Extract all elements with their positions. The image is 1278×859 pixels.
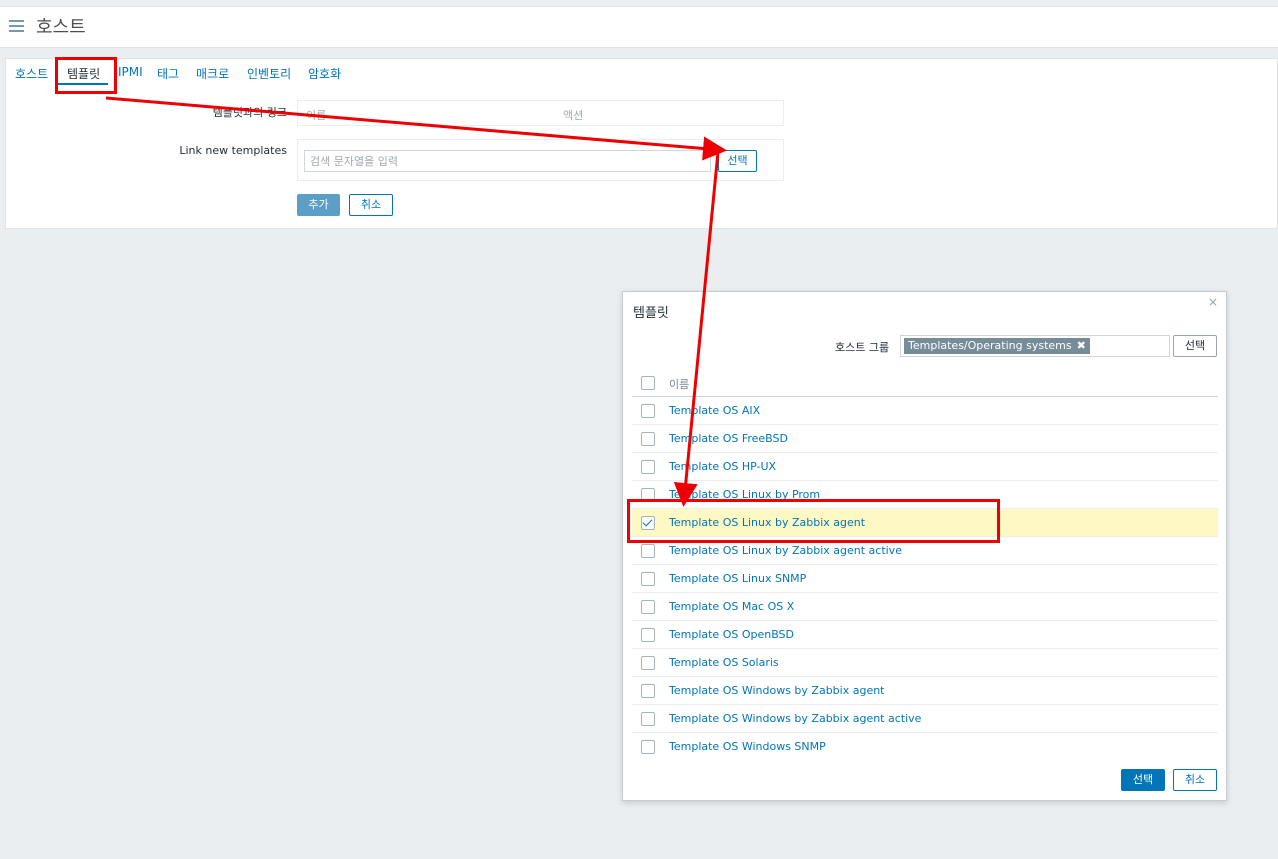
template-link[interactable]: Template OS AIX: [669, 404, 760, 417]
dialog-title: 템플릿: [633, 306, 669, 321]
menu-icon[interactable]: [9, 20, 24, 33]
linked-templates-label: 템플릿과의 링크: [212, 106, 287, 119]
page-title: 호스트: [36, 17, 86, 38]
item-checkbox[interactable]: [641, 684, 655, 698]
list-item: Template OS Linux SNMP: [632, 565, 1218, 593]
template-link[interactable]: Template OS Solaris: [669, 656, 779, 669]
dialog-select-button[interactable]: 선택: [1121, 769, 1165, 791]
tab-host[interactable]: 호스트: [15, 65, 48, 82]
host-group-tag-label: Templates/Operating systems: [908, 339, 1072, 352]
linked-templates-table: 이름 액션: [297, 100, 784, 126]
template-link[interactable]: Template OS FreeBSD: [669, 432, 788, 445]
tab-inventory[interactable]: 인벤토리: [247, 65, 291, 82]
list-item: Template OS Windows by Zabbix agent acti…: [632, 705, 1218, 733]
list-item: Template OS Mac OS X: [632, 593, 1218, 621]
tab-tags[interactable]: 태그: [157, 65, 179, 82]
page-header: 호스트: [0, 6, 1278, 48]
host-group-tag: Templates/Operating systems ✖: [904, 338, 1090, 354]
item-checkbox[interactable]: [641, 572, 655, 586]
tab-ipmi[interactable]: IPMI: [118, 65, 143, 79]
list-item: Template OS FreeBSD: [632, 425, 1218, 453]
host-group-select-button[interactable]: 선택: [1173, 335, 1217, 357]
annotation-box-templates-tab: [55, 57, 117, 94]
item-checkbox[interactable]: [641, 404, 655, 418]
link-new-templates-label: Link new templates: [179, 144, 287, 157]
template-link[interactable]: Template OS Windows SNMP: [669, 740, 826, 753]
cancel-button[interactable]: 취소: [349, 194, 393, 216]
list-item: Template OS Windows SNMP: [632, 733, 1218, 761]
item-checkbox[interactable]: [641, 600, 655, 614]
template-link[interactable]: Template OS Mac OS X: [669, 600, 794, 613]
item-checkbox[interactable]: [641, 656, 655, 670]
dialog-cancel-button[interactable]: 취소: [1173, 769, 1217, 791]
item-checkbox[interactable]: [641, 460, 655, 474]
column-header-action: 액션: [563, 109, 584, 122]
tab-macros[interactable]: 매크로: [196, 65, 229, 82]
list-item: Template OS OpenBSD: [632, 621, 1218, 649]
item-checkbox[interactable]: [641, 432, 655, 446]
annotation-box-selected-template: [627, 499, 1000, 543]
item-checkbox[interactable]: [641, 628, 655, 642]
link-new-templates-box: 선택: [297, 139, 784, 181]
list-item: Template OS HP-UX: [632, 453, 1218, 481]
remove-tag-icon[interactable]: ✖: [1077, 339, 1086, 352]
select-all-checkbox[interactable]: [641, 376, 655, 390]
list-item: Template OS Solaris: [632, 649, 1218, 677]
column-header-name: 이름: [669, 378, 690, 391]
tab-encryption[interactable]: 암호화: [308, 65, 341, 82]
select-templates-button[interactable]: 선택: [718, 150, 757, 172]
template-search-input[interactable]: [304, 150, 711, 172]
list-item: Template OS Windows by Zabbix agent: [632, 677, 1218, 705]
template-link[interactable]: Template OS Linux by Zabbix agent active: [669, 544, 902, 557]
templates-dialog: 템플릿 × 호스트 그룹 Templates/Operating systems…: [622, 291, 1227, 801]
template-link[interactable]: Template OS OpenBSD: [669, 628, 794, 641]
column-header-name: 이름: [306, 109, 327, 122]
template-link[interactable]: Template OS Windows by Zabbix agent acti…: [669, 712, 921, 725]
template-link[interactable]: Template OS Windows by Zabbix agent: [669, 684, 885, 697]
close-icon[interactable]: ×: [1208, 295, 1218, 309]
host-form: 호스트 템플릿 IPMI 태그 매크로 인벤토리 암호화 템플릿과의 링크 이름…: [5, 58, 1278, 229]
host-group-label: 호스트 그룹: [835, 341, 890, 354]
template-link[interactable]: Template OS HP-UX: [669, 460, 776, 473]
host-group-multiselect[interactable]: Templates/Operating systems ✖: [900, 335, 1170, 357]
item-checkbox[interactable]: [641, 740, 655, 754]
list-header: 이름: [632, 369, 1218, 397]
add-button[interactable]: 추가: [297, 194, 340, 216]
list-item: Template OS AIX: [632, 397, 1218, 425]
template-link[interactable]: Template OS Linux SNMP: [669, 572, 806, 585]
item-checkbox[interactable]: [641, 544, 655, 558]
item-checkbox[interactable]: [641, 712, 655, 726]
